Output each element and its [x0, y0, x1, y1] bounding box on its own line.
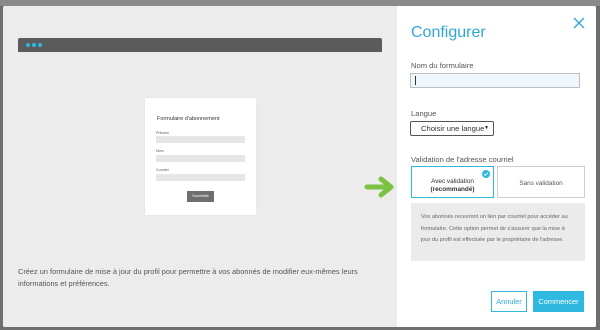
preview-pane: Formulaire d'abonnement Prénom Nom Courr… [3, 6, 397, 327]
check-circle-icon [482, 170, 490, 178]
preview-submit-button: Soumettre [187, 191, 214, 202]
language-select-value: Choisir une langue [421, 124, 485, 133]
preview-form-title: Formulaire d'abonnement [157, 116, 220, 122]
option-without-validation-label: Sans validation [519, 180, 563, 187]
browser-dot-icon [32, 43, 36, 47]
form-name-input[interactable] [410, 73, 580, 88]
text-cursor [415, 76, 416, 85]
close-icon [573, 17, 585, 29]
option-without-validation[interactable]: Sans validation [497, 166, 585, 198]
preview-field [156, 174, 245, 181]
form-preview-card: Formulaire d'abonnement Prénom Nom Courr… [145, 98, 256, 215]
preview-field-label: Prénom [156, 131, 169, 135]
close-button[interactable] [573, 17, 585, 29]
panel-title: Configurer [411, 24, 486, 41]
preview-field [156, 136, 245, 143]
validation-label: Validation de l'adresse courriel [411, 155, 514, 164]
configure-modal: Formulaire d'abonnement Prénom Nom Courr… [3, 6, 596, 327]
language-label: Langue [411, 109, 437, 118]
arrow-right-icon [364, 176, 394, 198]
configure-panel: Configurer Nom du formulaire Langue Choi… [397, 6, 596, 327]
validation-info-box: Vos abonnés recevront un lien par courri… [411, 203, 585, 261]
preview-field-label: Courriel [156, 168, 169, 172]
preview-description: Créez un formulaire de mise à jour du pr… [18, 267, 358, 288]
caret-down-icon: ▼ [484, 125, 489, 131]
browser-dot-icon [38, 43, 42, 47]
preview-field [156, 155, 245, 162]
option-recommended-label: (recommandé) [430, 186, 475, 193]
language-select[interactable]: Choisir une langue ▼ [410, 121, 494, 136]
form-name-label: Nom du formulaire [411, 61, 474, 70]
cancel-button[interactable]: Annuler [491, 291, 527, 312]
browser-mockup-bar [18, 38, 382, 52]
browser-dot-icon [26, 43, 30, 47]
start-button[interactable]: Commencer [533, 291, 584, 312]
option-with-validation[interactable]: Avec validation (recommandé) [411, 166, 494, 198]
preview-field-label: Nom [156, 149, 164, 153]
option-with-validation-label: Avec validation [431, 178, 474, 185]
